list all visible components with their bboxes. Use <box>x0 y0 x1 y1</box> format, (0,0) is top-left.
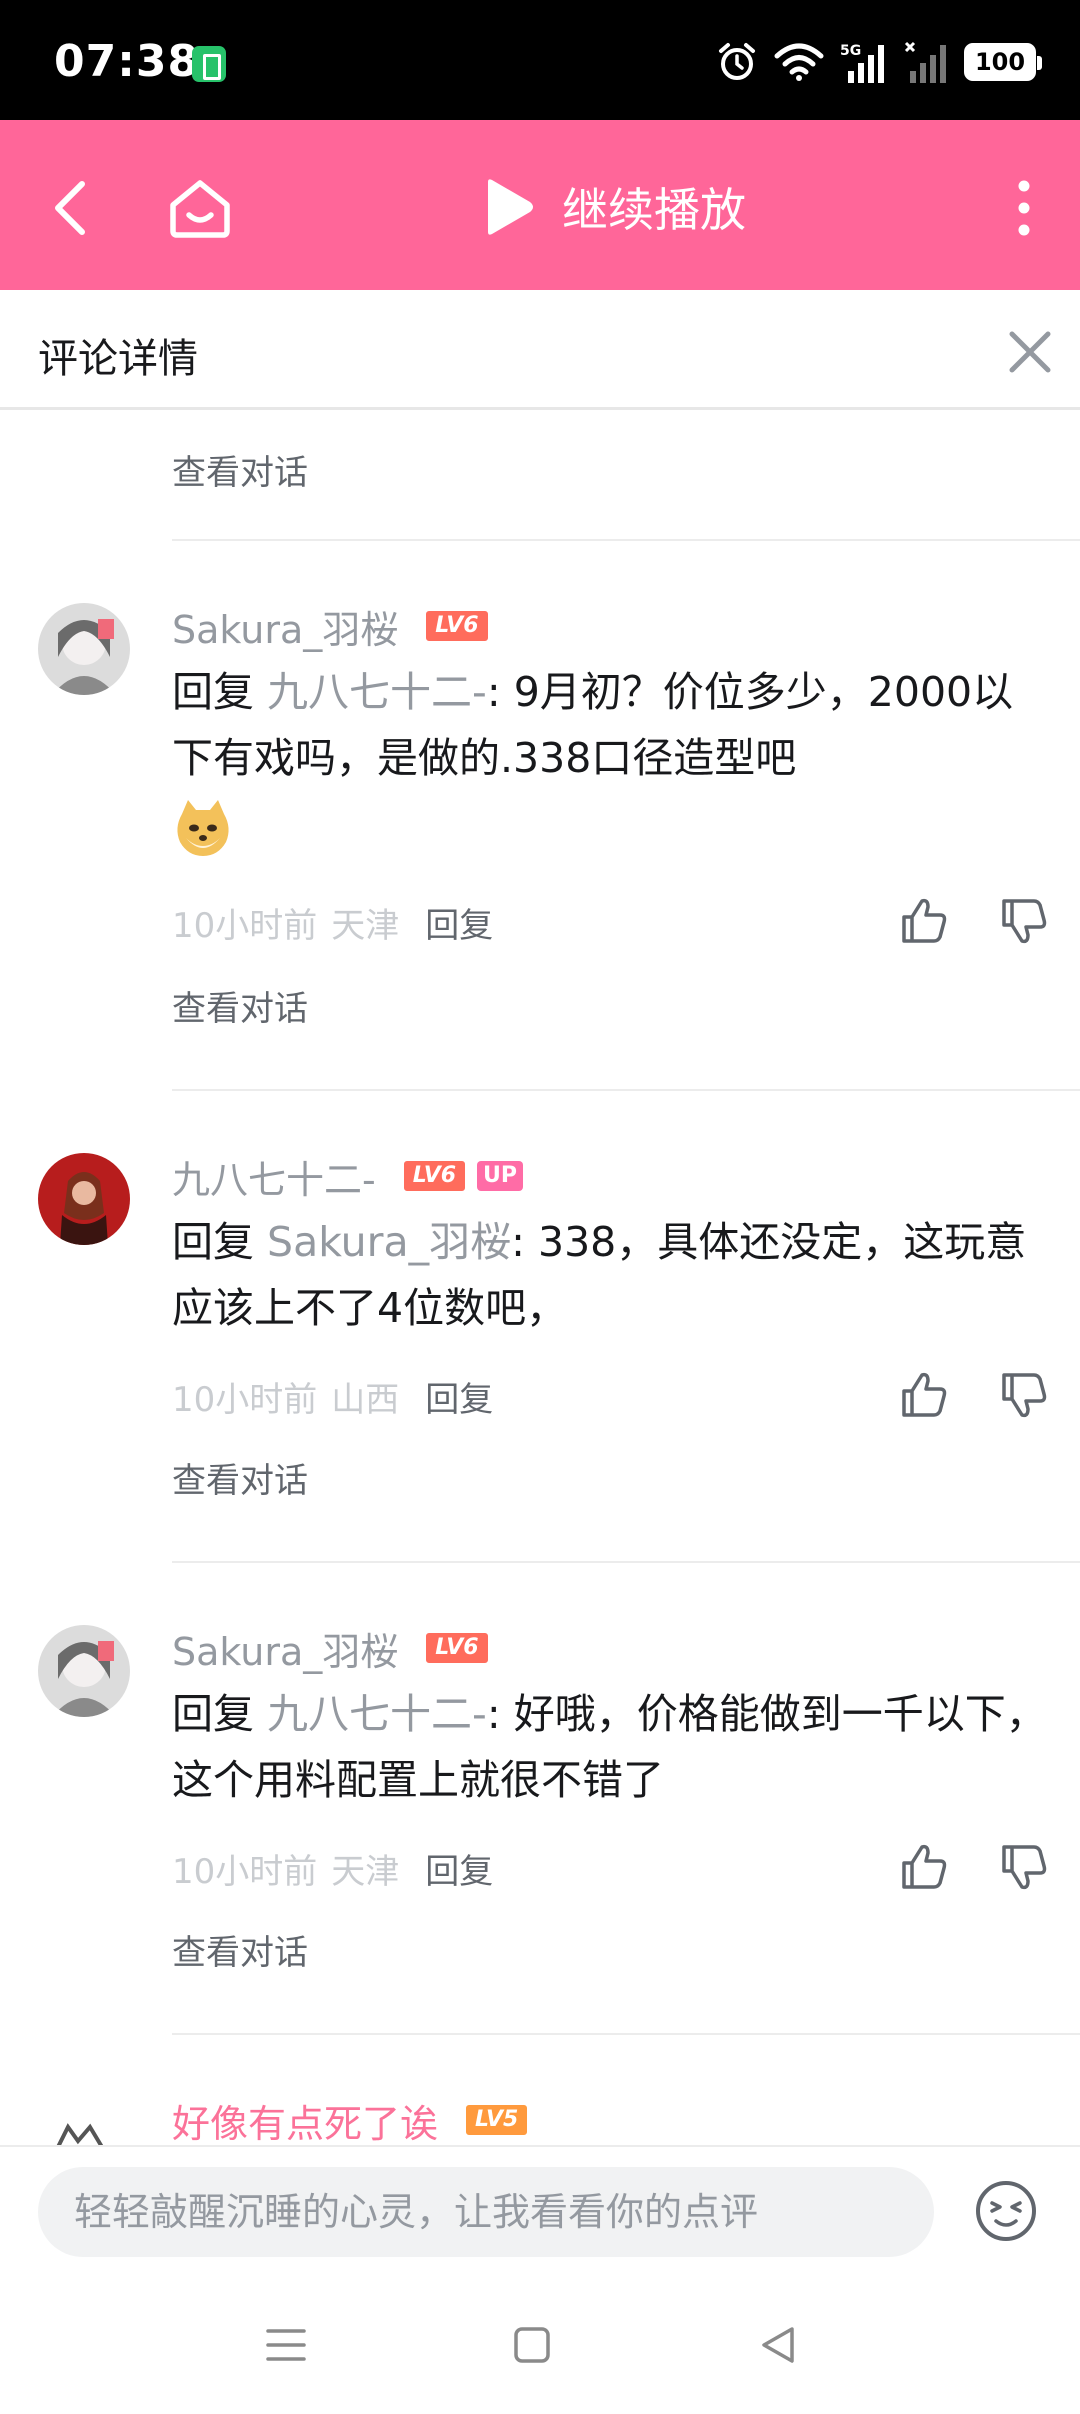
comment-username[interactable]: Sakura_羽桜 LV6 <box>172 1625 488 1674</box>
level-badge: LV5 <box>466 2105 528 2135</box>
comment-time: 10小时前 <box>172 1379 318 1420</box>
thumbs-up-icon[interactable] <box>898 1369 950 1421</box>
reply-button[interactable]: 回复 <box>425 1844 493 1893</box>
emoji-button[interactable] <box>972 2177 1040 2245</box>
comment-detail-panel: 评论详情 查看对话 Sakura_羽桜 LV6 回复 九八七十二-: 9月初？价… <box>0 290 1080 2150</box>
panel-title: 评论详情 <box>38 336 198 382</box>
reply-button[interactable]: 回复 <box>425 898 493 947</box>
username-text: Sakura_羽桜 <box>172 1629 399 1674</box>
comment-text: 回复 九八七十二-: 9月初？价位多少，2000以下有戏吗，是做的.338口径造… <box>172 659 1052 860</box>
menu-icon <box>266 2329 306 2361</box>
panel-header: 评论详情 <box>0 290 1080 410</box>
comment-input-bar <box>0 2145 1080 2275</box>
comment-meta: 10小时前 山西 回复 <box>172 1372 493 1421</box>
continue-play-button[interactable]: 继续播放 <box>480 172 746 242</box>
signal-no-service-icon <box>904 41 946 83</box>
home-icon <box>170 180 230 238</box>
comment-location: 天津 <box>331 1851 400 1892</box>
reply-thread[interactable]: 查看对话 Sakura_羽桜 LV6 回复 九八七十二-: 9月初？价位多少，2… <box>0 413 1080 2149</box>
comment-item: 九八七十二- LV6 UP 回复 Sakura_羽桜: 338，具体还没定，这玩… <box>0 1153 1080 1613</box>
close-icon <box>1009 331 1051 373</box>
play-icon <box>488 179 533 235</box>
status-bar: 07:38 5G 100 <box>0 0 1080 120</box>
comment-item: Sakura_羽桜 LV6 回复 九八七十二-: 9月初？价位多少，2000以下… <box>0 603 1080 1103</box>
battery-indicator: 100 <box>964 43 1042 81</box>
thumbs-up-icon[interactable] <box>898 1841 950 1893</box>
video-header: 继续播放 <box>0 120 1080 290</box>
avatar[interactable] <box>38 603 130 695</box>
comment-meta: 10小时前 天津 回复 <box>172 1844 493 1893</box>
wifi-icon <box>774 43 824 81</box>
level-badge: LV6 <box>403 1161 466 1191</box>
comment-time: 10小时前 <box>172 1851 318 1892</box>
divider <box>172 1089 1080 1091</box>
view-conversation-link[interactable]: 查看对话 <box>172 1925 308 1974</box>
signal-5g-icon: 5G <box>840 43 884 83</box>
reply-mention[interactable]: Sakura_羽桜 <box>267 1218 511 1266</box>
reply-button[interactable]: 回复 <box>425 1372 493 1421</box>
home-button[interactable] <box>160 168 240 248</box>
comment-meta: 10小时前 天津 回复 <box>172 898 493 947</box>
alarm-icon <box>719 43 755 80</box>
more-vertical-icon <box>1018 180 1030 236</box>
comment-location: 山西 <box>331 1379 400 1420</box>
comment-username[interactable]: 九八七十二- LV6 UP <box>172 1153 524 1202</box>
view-conversation-link[interactable]: 查看对话 <box>172 1453 308 1502</box>
back-nav-button[interactable] <box>748 2315 808 2375</box>
level-badge: LV6 <box>426 1633 488 1663</box>
comment-text: 回复 九八七十二-: 好哦，价格能做到一千以下，这个用料配置上就很不错了 <box>172 1681 1052 1813</box>
uploader-badge: UP <box>477 1161 524 1191</box>
status-time: 07:38 <box>54 36 200 87</box>
more-button[interactable] <box>984 168 1064 248</box>
continue-play-label: 继续播放 <box>562 183 746 237</box>
reply-mention[interactable]: 九八七十二- <box>267 1690 487 1738</box>
close-button[interactable] <box>998 320 1062 384</box>
emoji-icon <box>976 2181 1036 2241</box>
system-nav-bar <box>0 2275 1080 2414</box>
comment-location: 天津 <box>331 905 400 946</box>
username-text: 九八七十二- <box>172 1157 376 1202</box>
avatar[interactable] <box>38 2097 130 2149</box>
comment-username[interactable]: Sakura_羽桜 LV6 <box>172 603 488 652</box>
comment-time: 10小时前 <box>172 905 318 946</box>
square-icon <box>514 2327 550 2363</box>
level-badge: LV6 <box>426 611 488 641</box>
comment-input[interactable] <box>38 2167 934 2257</box>
recent-apps-button[interactable] <box>256 2315 316 2375</box>
status-icons: 5G 100 <box>716 40 1042 84</box>
avatar[interactable] <box>38 1153 130 1245</box>
doge-emoji-icon <box>177 800 229 856</box>
home-nav-button[interactable] <box>502 2315 562 2375</box>
svg-text:5G: 5G <box>840 43 861 59</box>
divider <box>172 1561 1080 1563</box>
comment-username[interactable]: 好像有点死了诶 LV5 <box>172 2097 528 2146</box>
thumbs-down-icon[interactable] <box>998 1841 1050 1893</box>
divider <box>172 539 1080 541</box>
reply-prefix: 回复 <box>172 668 268 716</box>
back-button[interactable] <box>30 168 110 248</box>
battery-saver-icon <box>192 46 226 82</box>
chevron-left-icon <box>55 181 85 235</box>
thumbs-down-icon[interactable] <box>998 1369 1050 1421</box>
username-text: Sakura_羽桜 <box>172 607 399 652</box>
divider <box>172 2033 1080 2035</box>
view-conversation-link[interactable]: 查看对话 <box>172 445 308 494</box>
username-text: 好像有点死了诶 <box>172 2101 439 2146</box>
reply-prefix: 回复 <box>172 1690 268 1738</box>
reply-prefix: 回复 <box>172 1218 268 1266</box>
reply-mention[interactable]: 九八七十二- <box>267 668 487 716</box>
thumbs-up-icon[interactable] <box>898 895 950 947</box>
comment-item: Sakura_羽桜 LV6 回复 九八七十二-: 好哦，价格能做到一千以下，这个… <box>0 1625 1080 2085</box>
thumbs-down-icon[interactable] <box>998 895 1050 947</box>
view-conversation-link[interactable]: 查看对话 <box>172 981 308 1030</box>
triangle-back-icon <box>762 2327 794 2363</box>
comment-item: 好像有点死了诶 LV5 <box>0 2097 1080 2149</box>
comment-text: 回复 Sakura_羽桜: 338，具体还没定，这玩意应该上不了4位数吧， <box>172 1209 1052 1341</box>
avatar[interactable] <box>38 1625 130 1717</box>
